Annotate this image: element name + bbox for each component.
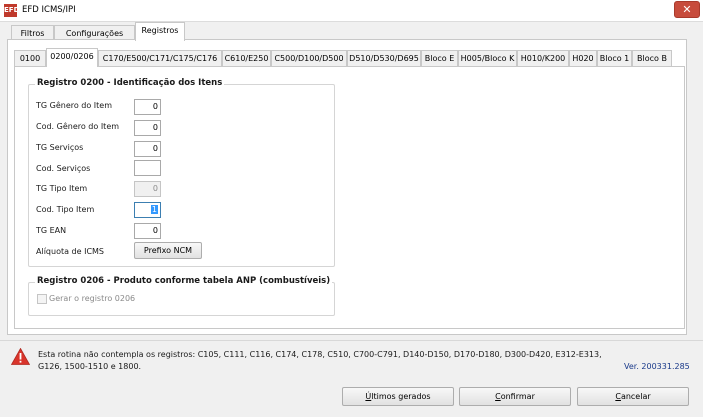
tab-bloco-e[interactable]: Bloco E	[421, 50, 458, 66]
tab-label: Filtros	[20, 29, 45, 38]
version-label: Ver. 200331.285	[624, 362, 690, 371]
cancelar-button[interactable]: Cancelar	[577, 387, 689, 406]
tab-0200-0206[interactable]: 0200/0206	[46, 48, 98, 67]
tab-h010[interactable]: H010/K200	[517, 50, 569, 66]
close-button[interactable]: ✕	[674, 1, 700, 18]
tab-h005[interactable]: H005/Bloco K	[458, 50, 517, 66]
tab-label: H010/K200	[520, 54, 566, 63]
tab-label: Bloco 1	[599, 54, 630, 63]
tab-d510[interactable]: D510/D530/D695	[347, 50, 421, 66]
button-label: ancelar	[620, 392, 651, 401]
ultimos-gerados-button[interactable]: Últimos gerados	[342, 387, 454, 406]
label-cod-servicos: Cod. Serviços	[36, 164, 91, 173]
tab-c170[interactable]: C170/E500/C171/C175/C176	[98, 50, 222, 66]
warning-text-line-2: G126, 1500-1510 e 1800.	[38, 362, 142, 371]
label-tg-genero-item: TG Gênero do Item	[36, 101, 113, 110]
tab-label: D510/D530/D695	[349, 54, 419, 63]
label-tg-servicos: TG Serviços	[36, 143, 84, 152]
tab-label: Bloco E	[424, 54, 455, 63]
tab-label: Registros	[141, 26, 179, 35]
selected-value: 1	[150, 205, 158, 214]
cod-genero-item-input[interactable]: 0	[134, 120, 161, 136]
button-label: ltimos gerados	[371, 392, 431, 401]
tab-label: 0200/0206	[50, 52, 94, 61]
group-registro-0200: Registro 0200 - Identificação dos Itens	[28, 78, 335, 267]
label-cod-genero-item: Cod. Gênero do Item	[36, 122, 120, 131]
tg-ean-input[interactable]: 0	[134, 223, 161, 239]
gerar-0206-label: Gerar o registro 0206	[49, 294, 136, 303]
close-icon: ✕	[682, 3, 692, 16]
label-aliquota-icms: Alíquota de ICMS	[36, 247, 105, 256]
label-tg-ean: TG EAN	[36, 226, 67, 235]
cod-servicos-input[interactable]	[134, 160, 161, 176]
warning-triangle-icon	[11, 348, 30, 365]
tab-bloco-b[interactable]: Bloco B	[632, 50, 672, 66]
footer-separator	[0, 340, 703, 341]
tab-registros[interactable]: Registros	[135, 22, 185, 41]
tab-c500[interactable]: C500/D100/D500	[271, 50, 347, 66]
tab-label: C500/D100/D500	[274, 54, 344, 63]
tg-servicos-input[interactable]: 0	[134, 141, 161, 157]
tab-label: Configurações	[65, 29, 124, 38]
button-label: onfirmar	[500, 392, 535, 401]
tab-label: C170/E500/C171/C175/C176	[102, 54, 218, 63]
window-title: EFD ICMS/IPI	[22, 5, 76, 15]
tab-bloco-1[interactable]: Bloco 1	[597, 50, 632, 66]
tg-tipo-item-input: 0	[134, 181, 161, 197]
tg-genero-item-input[interactable]: 0	[134, 99, 161, 115]
prefixo-ncm-button[interactable]: Prefixo NCM	[134, 242, 202, 259]
group-title-0200: Registro 0200 - Identificação dos Itens	[35, 78, 225, 88]
tab-label: C610/E250	[224, 54, 269, 63]
label-tg-tipo-item: TG Tipo Item	[36, 184, 88, 193]
title-bar: EFD EFD ICMS/IPI ✕	[0, 0, 703, 22]
cod-tipo-item-input[interactable]: 1	[134, 202, 161, 218]
efd-app-icon: EFD	[4, 4, 19, 17]
warning-text-line-1: Esta rotina não contempla os registros: …	[38, 350, 602, 359]
label-cod-tipo-item: Cod. Tipo Item	[36, 205, 95, 214]
tab-c610[interactable]: C610/E250	[222, 50, 271, 66]
tab-label: 0100	[19, 54, 41, 63]
tab-label: Bloco B	[637, 54, 667, 63]
group-title-0206: Registro 0206 - Produto conforme tabela …	[35, 276, 333, 286]
tab-h020[interactable]: H020	[569, 50, 597, 66]
tab-0100[interactable]: 0100	[14, 50, 46, 66]
confirmar-button[interactable]: Confirmar	[459, 387, 571, 406]
tab-label: H005/Bloco K	[460, 54, 515, 63]
tab-label: H020	[572, 54, 594, 63]
gerar-0206-checkbox	[37, 294, 47, 304]
